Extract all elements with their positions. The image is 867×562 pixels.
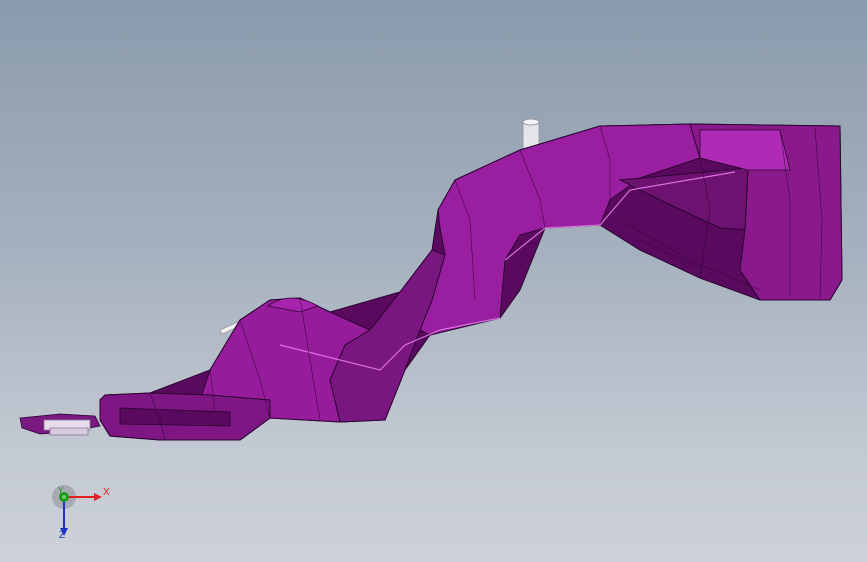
3d-part-model[interactable] [0, 0, 867, 562]
tail-clip-feature [19, 413, 101, 436]
graphics-viewport[interactable]: X Y Z [0, 0, 867, 562]
x-axis-label: X [103, 487, 110, 498]
y-axis-label: Y [58, 486, 64, 495]
z-axis-label: Z [59, 530, 66, 541]
